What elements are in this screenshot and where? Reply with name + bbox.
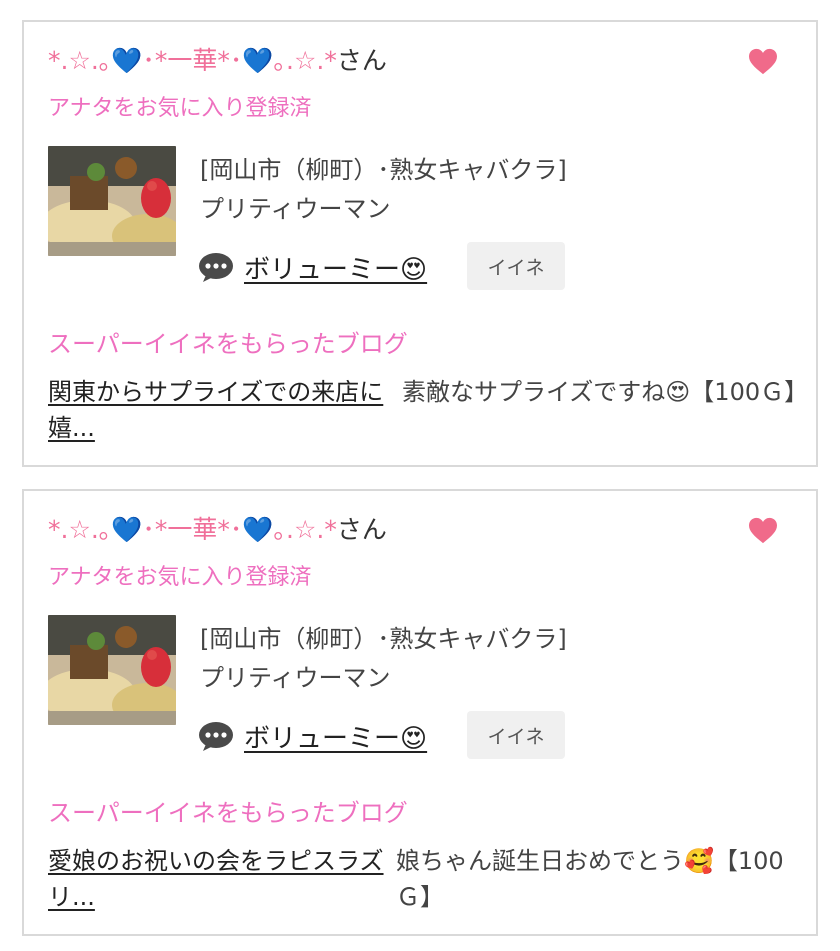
post-title-link[interactable]: 関東からサプライズでの来店に嬉... (48, 374, 388, 446)
heart-icon[interactable] (748, 48, 778, 78)
blog-row: ボリューミー😍 (198, 242, 427, 292)
super-iine-label: スーパーイイネをもらったブログ (48, 330, 408, 358)
iine-button[interactable]: イイネ (467, 242, 565, 290)
shop-category: [岡山市（柳町）･熟女キャバクラ] (200, 625, 567, 653)
favorite-status: アナタをお気に入り登録済 (48, 96, 312, 121)
post-comment: 娘ちゃん誕生日おめでとう🥰【100Ｇ】 (396, 847, 784, 911)
shop-category: [岡山市（柳町）･熟女キャバクラ] (200, 156, 567, 184)
user-suffix: さん (336, 515, 387, 544)
blog-title-link[interactable]: ボリューミー😍 (244, 249, 427, 286)
super-iine-label: スーパーイイネをもらったブログ (48, 799, 408, 827)
blog-title-link[interactable]: ボリューミー😍 (244, 718, 427, 755)
user-name[interactable]: *.☆.｡💙･*一華*･💙｡.☆.*さん (48, 44, 387, 78)
user-name[interactable]: *.☆.｡💙･*一華*･💙｡.☆.*さん (48, 513, 387, 547)
favorite-status: アナタをお気に入り登録済 (48, 565, 312, 590)
shop-name[interactable]: プリティウーマン (200, 189, 391, 224)
post-title-link[interactable]: 愛娘のお祝いの会をラピスラズリ... (48, 843, 388, 915)
shop-name[interactable]: プリティウーマン (200, 658, 391, 693)
shop-thumbnail[interactable] (48, 146, 176, 256)
iine-button[interactable]: イイネ (467, 711, 565, 759)
shop-thumbnail[interactable] (48, 615, 176, 725)
favorite-card: *.☆.｡💙･*一華*･💙｡.☆.*さん アナタをお気に入り登録済 [岡山市（柳… (22, 489, 818, 936)
favorite-feed: *.☆.｡💙･*一華*･💙｡.☆.*さん アナタをお気に入り登録済 [岡山市（柳… (0, 0, 840, 951)
speech-bubble-icon (198, 251, 234, 283)
heart-icon[interactable] (748, 517, 778, 547)
user-suffix: さん (336, 46, 387, 75)
speech-bubble-icon (198, 720, 234, 752)
favorite-card: *.☆.｡💙･*一華*･💙｡.☆.*さん アナタをお気に入り登録済 [岡山市（柳… (22, 20, 818, 467)
blog-row: ボリューミー😍 (198, 711, 427, 761)
post-comment: 素敵なサプライズですね😍【100Ｇ】 (402, 378, 809, 406)
